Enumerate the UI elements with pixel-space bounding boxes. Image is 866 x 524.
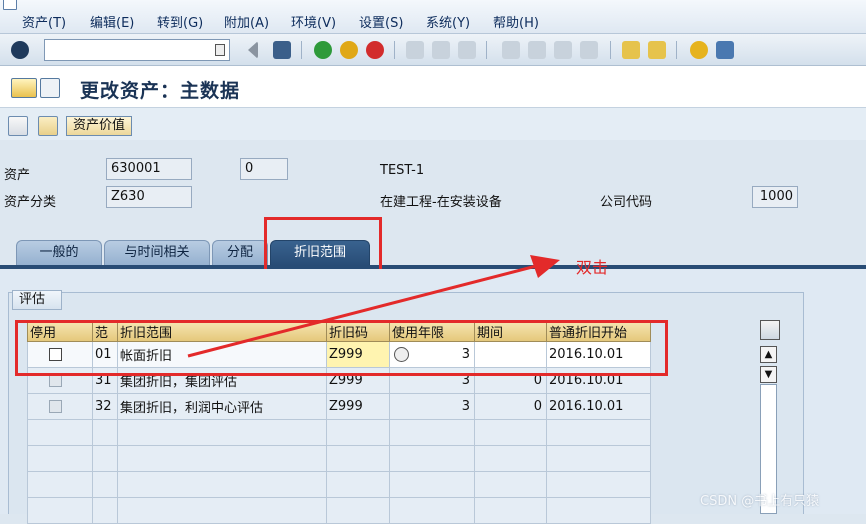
asset-description: TEST-1	[380, 163, 425, 178]
overview-icon[interactable]	[8, 116, 28, 136]
next-page-icon[interactable]	[554, 41, 572, 59]
valuation-group-title: 评估	[12, 290, 63, 310]
find-next-icon[interactable]	[458, 41, 476, 59]
command-field[interactable]	[44, 39, 230, 61]
document-list-icon[interactable]	[38, 116, 58, 136]
back-triangle-icon[interactable]	[248, 41, 258, 59]
previous-page-icon[interactable]	[528, 41, 546, 59]
asset-class-field[interactable]: Z630	[106, 186, 192, 208]
useful-life-cell: 3	[389, 393, 475, 420]
help-icon[interactable]	[690, 41, 708, 59]
display-change-icon[interactable]	[11, 78, 37, 98]
print-icon[interactable]	[406, 41, 424, 59]
empty-row	[27, 419, 651, 446]
table-settings-icon[interactable]	[760, 320, 780, 340]
empty-row	[27, 471, 651, 498]
command-input[interactable]	[45, 40, 205, 60]
menu-extras[interactable]: 附加(A)	[224, 12, 269, 31]
asset-subnumber-field[interactable]: 0	[240, 158, 288, 180]
find-icon[interactable]	[432, 41, 450, 59]
dep-key-cell: Z999	[326, 393, 390, 420]
application-toolbar: 资产价值	[0, 108, 866, 140]
layout-menu-icon[interactable]	[716, 41, 734, 59]
tab-time-dependent[interactable]: 与时间相关	[104, 240, 210, 266]
exit-icon[interactable]	[340, 41, 358, 59]
toolbar-separator	[394, 41, 395, 59]
company-code-field[interactable]: 1000	[752, 186, 798, 208]
toolbar-separator	[610, 41, 611, 59]
dep-start-cell: 2016.10.01	[546, 393, 651, 420]
menu-edit[interactable]: 编辑(E)	[90, 12, 134, 31]
menu-help[interactable]: 帮助(H)	[493, 12, 539, 31]
new-session-icon[interactable]	[622, 41, 640, 59]
asset-number-field[interactable]: 630001	[106, 158, 192, 180]
tab-assignment[interactable]: 分配	[212, 240, 268, 266]
deactivate-checkbox	[49, 400, 62, 413]
asset-label: 资产	[4, 168, 31, 183]
toolbar-separator	[676, 41, 677, 59]
page-title: 更改资产：主数据	[80, 80, 241, 102]
double-click-annotation: 双击	[576, 258, 609, 277]
deactivate-cell	[27, 393, 93, 420]
company-code-label: 公司代码	[600, 195, 653, 210]
document-icon	[3, 0, 17, 10]
area-cell: 32	[92, 393, 118, 420]
shortcut-icon[interactable]	[648, 41, 666, 59]
menu-bar: 资产(T) 编辑(E) 转到(G) 附加(A) 环境(V) 设置(S) 系统(Y…	[0, 0, 866, 34]
period-cell: 0	[474, 393, 547, 420]
empty-row	[27, 445, 651, 472]
save-icon[interactable]	[273, 41, 291, 59]
table-row[interactable]: 32 集团折旧，利润中心评估 Z999 3 0 2016.10.01	[27, 393, 651, 420]
standard-toolbar	[0, 34, 866, 66]
row-highlight-box	[15, 320, 668, 376]
tab-general[interactable]: 一般的	[16, 240, 102, 266]
watermark: CSDN @书上有只猿	[700, 494, 820, 509]
scroll-down-icon[interactable]: ▼	[760, 366, 777, 383]
sap-window: 资产(T) 编辑(E) 转到(G) 附加(A) 环境(V) 设置(S) 系统(Y…	[0, 0, 866, 524]
title-bar: 更改资产：主数据	[0, 66, 866, 108]
cancel-icon[interactable]	[366, 41, 384, 59]
menu-asset[interactable]: 资产(T)	[22, 12, 66, 31]
toolbar-separator	[486, 41, 487, 59]
first-page-icon[interactable]	[502, 41, 520, 59]
scroll-up-icon[interactable]: ▲	[760, 346, 777, 363]
asset-value-button[interactable]: 资产价值	[66, 116, 133, 136]
empty-row	[27, 497, 651, 524]
other-asset-icon[interactable]	[40, 78, 60, 98]
menu-goto[interactable]: 转到(G)	[157, 12, 203, 31]
menu-settings[interactable]: 设置(S)	[359, 12, 403, 31]
history-icon[interactable]	[215, 44, 225, 56]
toolbar-separator	[301, 41, 302, 59]
back-icon[interactable]	[314, 41, 332, 59]
area-name-cell[interactable]: 集团折旧，利润中心评估	[117, 393, 327, 420]
tab-highlight-box	[264, 217, 382, 273]
asset-class-description: 在建工程-在安装设备	[380, 195, 502, 210]
menu-system[interactable]: 系统(Y)	[426, 12, 470, 31]
asset-class-label: 资产分类	[4, 195, 57, 210]
last-page-icon[interactable]	[580, 41, 598, 59]
menu-environment[interactable]: 环境(V)	[291, 12, 336, 31]
enter-check-icon[interactable]	[11, 41, 29, 59]
table-side-controls: ▲ ▼	[758, 318, 780, 514]
